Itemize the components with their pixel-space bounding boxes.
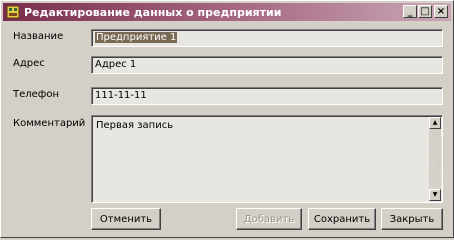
name-label: Название <box>13 31 64 42</box>
close-button[interactable]: Закрыть <box>381 208 443 230</box>
comment-value: Первая запись <box>96 120 174 131</box>
cancel-button[interactable]: Отменить <box>91 208 161 230</box>
comment-scrollbar[interactable]: ▲ ▼ <box>429 117 441 201</box>
app-icon[interactable] <box>6 5 20 19</box>
phone-field[interactable]: 111-11-11 <box>91 87 443 105</box>
address-field[interactable]: Адрес 1 <box>91 56 443 74</box>
phone-value: 111-11-11 <box>95 90 147 101</box>
address-label: Адрес <box>13 58 45 69</box>
minimize-button[interactable]: _ <box>403 5 417 18</box>
comment-label: Комментарий <box>13 118 86 129</box>
name-field[interactable]: Предприятие 1 <box>91 29 443 47</box>
save-button[interactable]: Сохранить <box>308 208 376 230</box>
add-button[interactable]: Добавить <box>236 208 302 230</box>
scroll-up-icon[interactable]: ▲ <box>429 117 441 129</box>
window-title: Редактирование данных о предприятии <box>24 5 282 19</box>
close-window-button[interactable]: × <box>434 5 448 18</box>
phone-label: Телефон <box>13 89 60 100</box>
dialog-window: Редактирование данных о предприятии _ □ … <box>0 0 454 238</box>
comment-textarea[interactable]: Первая запись ▲ ▼ <box>91 115 443 203</box>
scroll-down-icon[interactable]: ▼ <box>429 189 441 201</box>
name-value: Предприятие 1 <box>95 32 178 43</box>
title-bar[interactable]: Редактирование данных о предприятии _ □ … <box>3 3 451 21</box>
maximize-button[interactable]: □ <box>418 5 432 18</box>
address-value: Адрес 1 <box>95 59 137 70</box>
